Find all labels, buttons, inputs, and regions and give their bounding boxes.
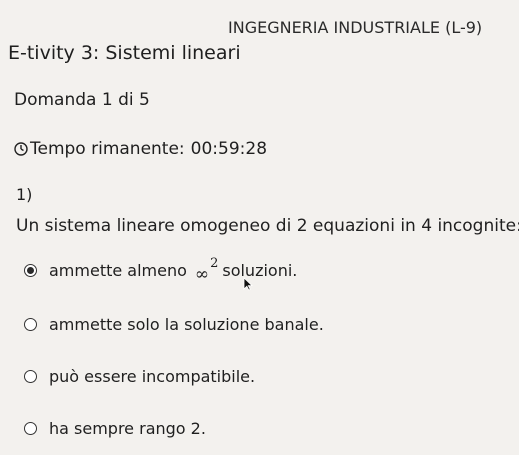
option-1-text-before: ammette almeno [49,260,187,280]
course-name: INGEGNERIA INDUSTRIALE (L-9) [228,18,483,37]
radio-button-1[interactable] [24,263,37,277]
mouse-cursor-icon [243,277,253,291]
answer-option-3[interactable]: può essere incompatibile. [24,367,255,386]
radio-button-4[interactable] [24,422,37,435]
exponent: 2 [210,256,219,271]
answer-option-2[interactable]: ammette solo la soluzione banale. [24,315,324,334]
answer-option-1[interactable]: ammette almeno ∞2 soluzioni. [24,256,298,285]
option-3-text: può essere incompatibile. [49,367,256,386]
clock-icon [14,142,28,156]
radio-selected-dot [27,266,34,274]
radio-button-2[interactable] [24,318,37,331]
question-text: Un sistema lineare omogeneo di 2 equazio… [16,216,519,236]
timer-value: 00:59:28 [190,139,268,159]
timer-label: Tempo rimanente: [30,139,185,159]
radio-button-3[interactable] [24,370,37,383]
answer-option-4[interactable]: ha sempre rango 2. [24,419,206,438]
option-1-math: ∞2 [194,256,218,285]
infinity-symbol: ∞ [194,264,210,285]
question-counter: Domanda 1 di 5 [14,90,150,110]
question-index: 1) [16,185,33,204]
timer: Tempo rimanente: 00:59:28 [14,139,267,159]
option-4-text: ha sempre rango 2. [49,419,206,438]
page-title: E-tivity 3: Sistemi lineari [8,42,241,64]
option-1-text-after: soluzioni. [222,260,298,280]
option-2-text: ammette solo la soluzione banale. [49,315,324,334]
